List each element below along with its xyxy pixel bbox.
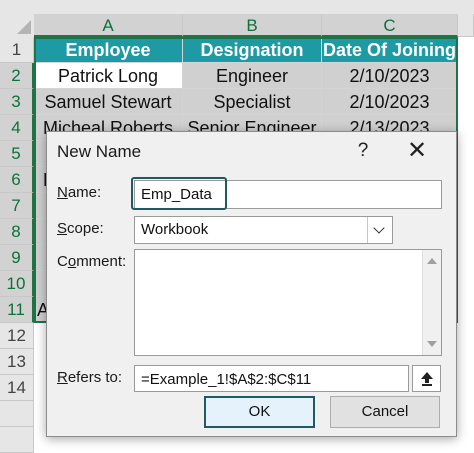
column-header-strip [34,0,474,15]
row-header-1[interactable]: 1 [0,37,34,63]
row-header-10[interactable]: 10 [0,271,34,297]
row-header-11[interactable]: 11 [0,297,34,323]
row-header-8[interactable]: 8 [0,219,34,245]
collapse-arrow-icon [421,372,433,386]
refers-to-input[interactable]: =Example_1!$A$2:$C$11 [134,365,409,392]
row-header-16[interactable] [0,427,34,453]
select-all-corner[interactable] [0,0,35,38]
cell-header-designation[interactable]: Designation [183,37,322,63]
refers-to-label-text: efers to: [67,369,123,386]
comment-label-mnemonic: o [67,253,77,270]
column-header-b[interactable]: B [183,14,322,37]
row-header-5[interactable]: 5 [0,141,34,167]
scope-label: Scope: [57,220,104,237]
row-header-2[interactable]: 2 [0,63,34,89]
cell-c2[interactable]: 2/10/2023 [322,63,458,89]
cell-b2[interactable]: Engineer [183,63,322,89]
name-label-mnemonic: N [57,184,68,201]
cell-a2[interactable]: Patrick Long [34,63,183,89]
close-button[interactable]: ✕ [402,138,432,164]
comment-label: Comment: [57,253,126,270]
row-header-7[interactable]: 7 [0,193,34,219]
cell-a3[interactable]: Samuel Stewart [34,89,183,115]
row-header-12[interactable]: 12 [0,323,34,349]
row-header-13[interactable]: 13 [0,349,34,375]
scroll-up-icon[interactable] [427,258,437,264]
collapse-dialog-button[interactable] [412,365,441,392]
comment-label-start: C [57,253,68,270]
comment-scrollbar[interactable] [422,250,441,355]
row-header-4[interactable]: 4 [0,115,34,141]
new-name-dialog: New Name ? ✕ Name: Emp_Data Scope: Workb… [46,131,457,437]
scope-dropdown-button[interactable] [367,217,392,243]
cell-b3[interactable]: Specialist [183,89,322,115]
scroll-down-icon[interactable] [427,341,437,347]
name-label: Name: [57,184,101,201]
row-header-6[interactable]: 6 [0,167,34,193]
row-header-14[interactable]: 14 [0,375,34,401]
row-header-15[interactable] [0,401,34,427]
scope-value: Workbook [141,221,209,238]
column-header-c[interactable]: C [322,14,458,37]
cancel-button[interactable]: Cancel [330,396,440,428]
name-input-focus-ring [131,177,227,210]
row-header-9[interactable]: 9 [0,245,34,271]
select-all-triangle-icon [17,20,31,34]
comment-textarea[interactable] [134,249,442,356]
ok-button[interactable]: OK [204,396,315,428]
refers-to-label-mnemonic: R [57,369,68,386]
dialog-title: New Name [57,142,142,161]
row-header-3[interactable]: 3 [0,89,34,115]
scope-label-mnemonic: S [57,220,68,237]
column-header-d[interactable] [458,14,474,37]
comment-label-text: mment: [76,253,127,270]
help-button[interactable]: ? [351,139,375,163]
scope-dropdown[interactable]: Workbook [134,216,393,244]
cell-c3[interactable]: 2/10/2023 [322,89,458,115]
scope-label-text: cope: [67,220,104,237]
column-header-a[interactable]: A [34,14,183,37]
refers-to-label: Refers to: [57,369,122,386]
chevron-down-icon [373,222,385,234]
cell-header-date-of-joining[interactable]: Date Of Joining [322,37,458,63]
name-label-text: ame: [67,184,102,201]
cell-header-employee[interactable]: Employee [34,37,183,63]
